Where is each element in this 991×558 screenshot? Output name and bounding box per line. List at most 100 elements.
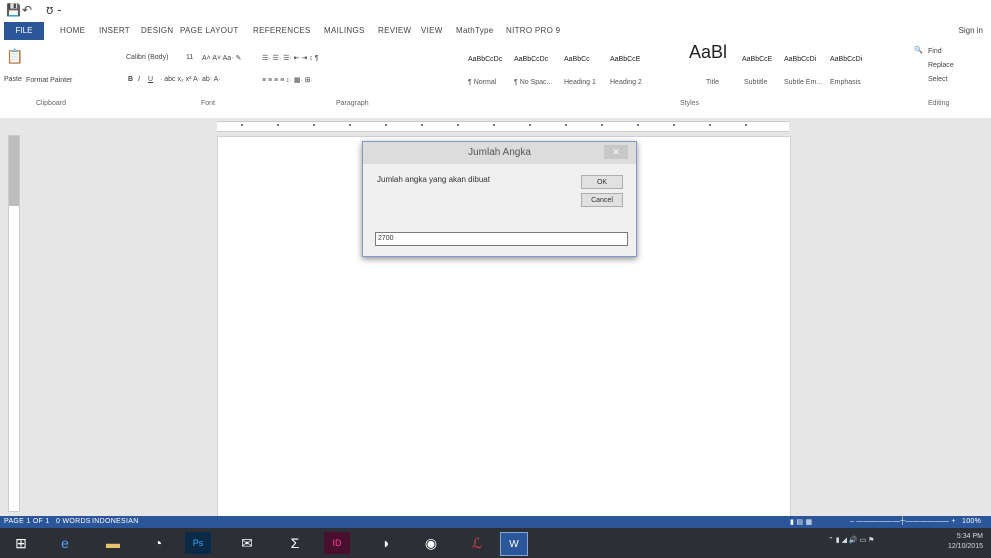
ruler-tick — [637, 124, 639, 126]
indesign-icon[interactable]: ID — [324, 532, 350, 554]
view-buttons[interactable]: ▮ ▤ ▦ — [790, 518, 812, 526]
style-no-spacing[interactable]: ¶ No Spac... — [514, 79, 552, 86]
photoshop-icon[interactable]: Ps — [185, 532, 211, 554]
font-size-select[interactable]: 11 — [186, 54, 193, 61]
zoom-slider[interactable]: – ——————┼—————— + — [850, 518, 956, 525]
clock[interactable]: 5:34 PM 12/10/2015 — [943, 532, 983, 552]
style-sample-title[interactable]: AaBl — [689, 42, 727, 63]
tab-nitro-pro[interactable]: NITRO PRO 9 — [506, 26, 560, 35]
angka-input[interactable]: 2700 — [375, 232, 628, 246]
style-heading-1[interactable]: Heading 1 — [564, 79, 596, 86]
system-tray-icons[interactable]: ⌃ ▮ ◢ 🔊 ▭ ⚑ — [828, 536, 874, 544]
font-name-select[interactable]: Calibri (Body) — [126, 54, 168, 61]
ruler-tick — [745, 124, 747, 126]
tab-view[interactable]: VIEW — [421, 26, 443, 35]
vertical-ruler[interactable] — [8, 135, 20, 512]
ruler-tick — [529, 124, 531, 126]
select-button[interactable]: Select — [928, 76, 947, 83]
word-icon[interactable]: W — [500, 532, 528, 556]
ruler-tick — [565, 124, 567, 126]
style-sample-heading-1[interactable]: AaBbCc — [564, 56, 590, 63]
vertical-ruler-margin — [9, 136, 19, 206]
undo-icon[interactable]: ↶ — [22, 3, 32, 17]
acrobat-icon[interactable]: ℒ — [464, 532, 490, 554]
clock-time: 5:34 PM — [956, 533, 983, 540]
ruler-tick — [421, 124, 423, 126]
style-sample-normal[interactable]: AaBbCcDc — [468, 56, 502, 63]
media-icon[interactable]: ◑ — [372, 532, 398, 554]
ie-icon[interactable]: e — [52, 532, 78, 554]
tab-review[interactable]: REVIEW — [378, 26, 411, 35]
style-emphasis[interactable]: Emphasis — [830, 79, 861, 86]
tab-insert[interactable]: INSERT — [99, 26, 130, 35]
tab-mathtype[interactable]: MathType — [456, 26, 494, 35]
font-size-buttons[interactable]: A˄ A˅ Aa· ✎ — [202, 54, 241, 62]
bold-button[interactable]: B — [128, 76, 133, 83]
sign-in-link[interactable]: Sign in — [959, 26, 983, 35]
tab-page-layout[interactable]: PAGE LAYOUT — [180, 26, 239, 35]
style-subtle-emphasis[interactable]: Subtle Em... — [784, 79, 822, 86]
style-sample-no-spacing[interactable]: AaBbCcDc — [514, 56, 548, 63]
style-subtitle[interactable]: Subtitle — [744, 79, 767, 86]
underline-button[interactable]: U — [148, 76, 153, 83]
group-label-font: Font — [201, 100, 216, 107]
style-sample-subtle-emphasis[interactable]: AaBbCcDi — [784, 56, 816, 63]
tab-mailings[interactable]: MAILINGS — [324, 26, 365, 35]
language-indicator[interactable]: INDONESIAN — [92, 518, 139, 525]
style-sample-heading-2[interactable]: AaBbCcE — [610, 56, 640, 63]
ruler-tick — [457, 124, 459, 126]
style-normal[interactable]: ¶ Normal — [468, 79, 496, 86]
page-count[interactable]: PAGE 1 OF 1 — [4, 518, 50, 525]
align-buttons[interactable]: ≡ ≡ ≡ ≡ ↕· ▦· ⊞· — [262, 76, 313, 84]
replace-button[interactable]: Replace — [928, 62, 954, 69]
save-icon[interactable]: 💾 — [6, 3, 21, 17]
group-label-clipboard: Clipboard — [36, 100, 66, 107]
font-effects-buttons[interactable]: · abc x₂ x² A· ab· A· — [160, 76, 221, 83]
style-heading-2[interactable]: Heading 2 — [610, 79, 642, 86]
taskbar: ⊞ e ▬ ◔ Ps ✉ Σ ID ◑ ◉ ℒ W ⌃ ▮ ◢ 🔊 ▭ ⚑ 5:… — [0, 528, 991, 558]
dialog-title-bar[interactable]: Jumlah Angka ✕ — [363, 142, 636, 164]
dialog-title: Jumlah Angka — [468, 147, 531, 158]
ruler-tick — [709, 124, 711, 126]
sigma-icon[interactable]: Σ — [282, 532, 308, 554]
style-title[interactable]: Title — [706, 79, 719, 86]
style-sample-emphasis[interactable]: AaBbCcDi — [830, 56, 862, 63]
horizontal-ruler[interactable] — [0, 118, 991, 132]
word-count[interactable]: 0 WORDS — [56, 518, 91, 525]
close-icon[interactable]: ✕ — [604, 145, 628, 159]
ruler-tick — [349, 124, 351, 126]
paste-button[interactable]: Paste — [4, 76, 22, 83]
status-bar: PAGE 1 OF 1 0 WORDS INDONESIAN ▮ ▤ ▦ – —… — [0, 516, 991, 528]
ruler-tick — [601, 124, 603, 126]
cancel-button[interactable]: Cancel — [581, 193, 623, 207]
explorer-icon[interactable]: ▬ — [100, 532, 126, 554]
zoom-level[interactable]: 100% — [962, 518, 981, 525]
format-painter-button[interactable]: Format Painter — [26, 77, 72, 84]
ruler-tick — [241, 124, 243, 126]
ccleaner-icon[interactable]: ◔ — [145, 532, 171, 554]
chrome-icon[interactable]: ◉ — [418, 532, 444, 554]
tab-design[interactable]: DESIGN — [141, 26, 173, 35]
ruler-tick — [277, 124, 279, 126]
tab-references[interactable]: REFERENCES — [253, 26, 311, 35]
redo-icon[interactable]: ʊ - — [46, 3, 62, 17]
list-buttons[interactable]: ☰· ☰· ☰· ⇤ ⇥ ↕ ¶ — [262, 54, 318, 62]
dialog-prompt: Jumlah angka yang akan dibuat — [377, 175, 490, 184]
find-icon: 🔍 — [914, 47, 923, 54]
ruler-tick — [673, 124, 675, 126]
italic-button[interactable]: I — [138, 76, 140, 83]
input-dialog: Jumlah Angka ✕ Jumlah angka yang akan di… — [362, 141, 637, 257]
windows-icon[interactable]: ⊞ — [8, 532, 34, 554]
mail-icon[interactable]: ✉ — [234, 532, 260, 554]
group-label-styles: Styles — [680, 100, 700, 107]
styles-gallery: AaBbCcDc ¶ Normal AaBbCcDc ¶ No Spac... … — [466, 46, 686, 86]
ruler-tick — [313, 124, 315, 126]
tab-home[interactable]: HOME — [60, 26, 85, 35]
ok-button[interactable]: OK — [581, 175, 623, 189]
find-button[interactable]: Find — [928, 48, 942, 55]
paste-icon[interactable]: 📋 — [6, 48, 23, 65]
group-label-paragraph: Paragraph — [336, 100, 369, 107]
ruler-tick — [385, 124, 387, 126]
style-sample-subtitle[interactable]: AaBbCcE — [742, 56, 772, 63]
tab-file[interactable]: FILE — [4, 22, 44, 40]
